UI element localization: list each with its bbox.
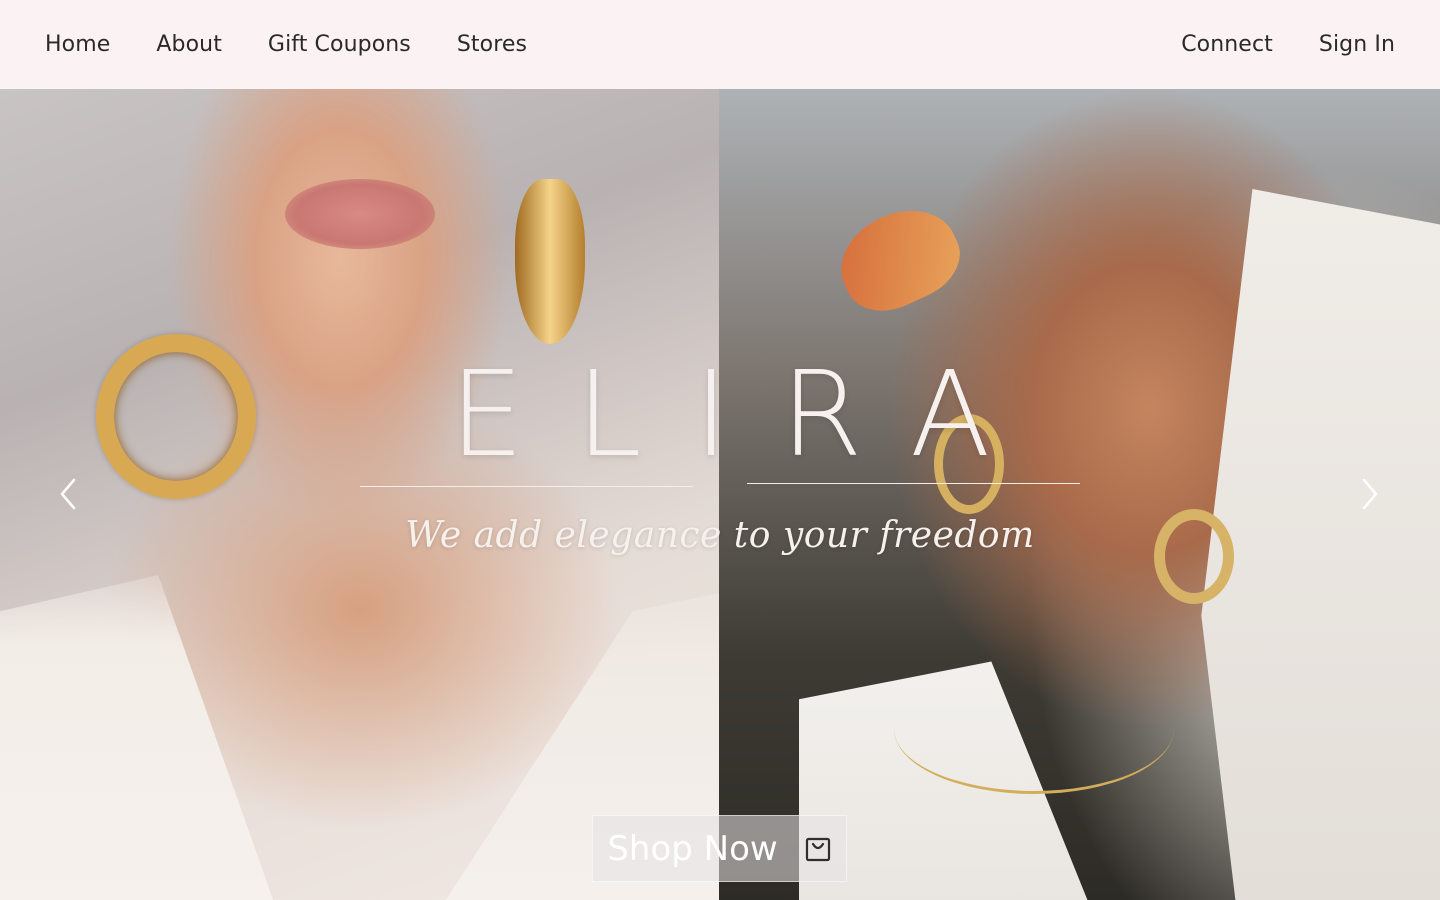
- nav-left: Home About Gift Coupons Stores: [45, 32, 527, 57]
- nav-connect-link[interactable]: Connect: [1181, 32, 1273, 57]
- carousel-next-button[interactable]: [1350, 470, 1390, 518]
- hero-carousel: [0, 89, 1440, 900]
- chevron-left-icon: [60, 478, 76, 510]
- hero-image-left: [0, 89, 719, 900]
- hero-image-right: [719, 89, 1440, 900]
- nav-about-link[interactable]: About: [156, 32, 222, 57]
- hero-left-detail: [285, 179, 435, 249]
- nav-gift-coupons-link[interactable]: Gift Coupons: [268, 32, 411, 57]
- shopping-bag-icon: [805, 837, 830, 861]
- earring-left-upper: [515, 179, 585, 344]
- nav-home-link[interactable]: Home: [45, 32, 110, 57]
- necklace: [894, 664, 1174, 794]
- nav-stores-link[interactable]: Stores: [457, 32, 527, 57]
- headscarf: [825, 192, 973, 326]
- brand-divider-right: [747, 483, 1080, 484]
- brand-tagline: We add elegance to your freedom: [405, 515, 1035, 556]
- nav-sign-in-link[interactable]: Sign In: [1319, 32, 1395, 57]
- nav-right: Connect Sign In: [1181, 32, 1395, 57]
- top-nav: Home About Gift Coupons Stores Connect S…: [0, 0, 1440, 89]
- brand-divider-left: [360, 486, 693, 487]
- chevron-right-icon: [1362, 478, 1378, 510]
- shop-now-button[interactable]: Shop Now: [592, 815, 847, 882]
- brand-title: ELIRA: [449, 345, 1043, 483]
- shop-now-label: Shop Now: [607, 828, 778, 869]
- carousel-prev-button[interactable]: [48, 470, 88, 518]
